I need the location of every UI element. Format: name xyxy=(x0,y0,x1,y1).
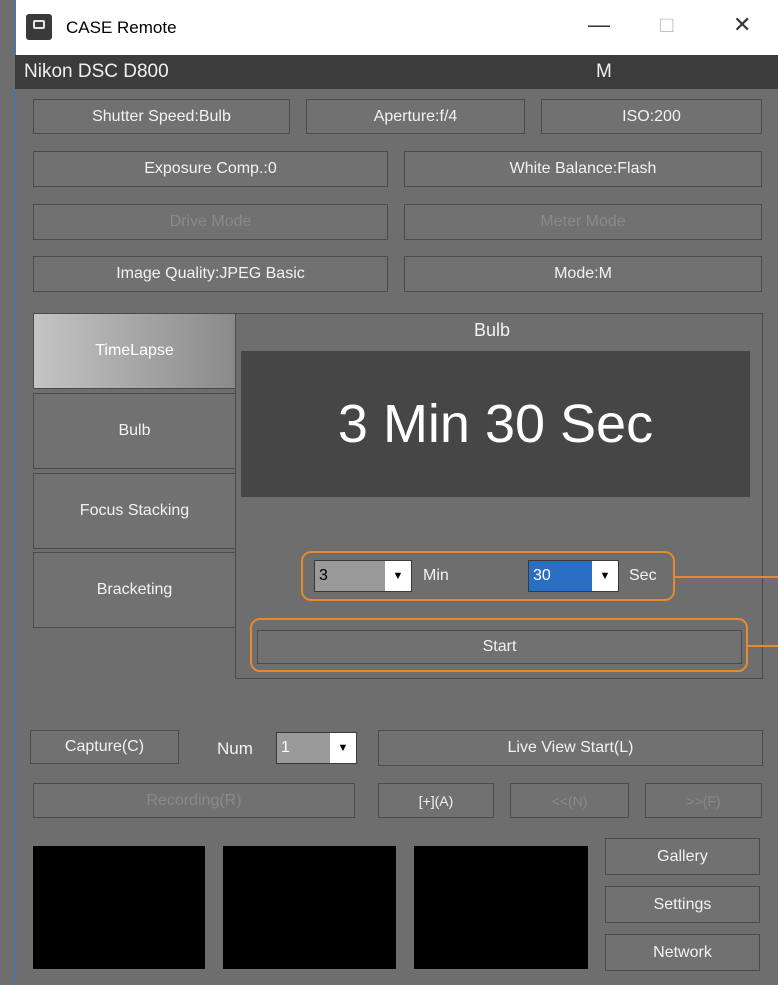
shutter-speed-button[interactable]: Shutter Speed:Bulb xyxy=(33,99,290,134)
focus-far-button[interactable]: >>(F) xyxy=(645,783,762,818)
bulb-panel-title: Bulb xyxy=(474,320,511,340)
second-label: Sec xyxy=(629,567,657,584)
chevron-down-icon[interactable]: ▼ xyxy=(592,561,618,591)
camera-app-icon xyxy=(26,14,52,40)
iso-button[interactable]: ISO:200 xyxy=(541,99,762,134)
gallery-button[interactable]: Gallery xyxy=(605,838,760,875)
chevron-down-icon[interactable]: ▼ xyxy=(330,733,356,763)
meter-mode-button[interactable]: Meter Mode xyxy=(404,204,762,240)
minute-dropdown[interactable]: 3 ▼ xyxy=(314,560,412,592)
tab-timelapse[interactable]: TimeLapse xyxy=(33,313,236,389)
mode-button[interactable]: Mode:M xyxy=(404,256,762,292)
network-button[interactable]: Network xyxy=(605,934,760,971)
image-quality-button[interactable]: Image Quality:JPEG Basic xyxy=(33,256,388,292)
thumbnail-preview[interactable] xyxy=(33,846,205,969)
num-label: Num xyxy=(217,739,253,758)
live-view-button[interactable]: Live View Start(L) xyxy=(378,730,763,766)
second-value: 30 xyxy=(533,567,551,584)
thumbnail-preview[interactable] xyxy=(223,846,396,969)
start-button[interactable]: Start xyxy=(257,630,742,664)
settings-button[interactable]: Settings xyxy=(605,886,760,923)
minimize-icon[interactable]: — xyxy=(588,12,610,38)
tab-bracketing[interactable]: Bracketing xyxy=(33,552,236,628)
camera-header: Nikon DSC D800 M xyxy=(15,55,778,89)
camera-mode: M xyxy=(596,61,612,82)
second-dropdown[interactable]: 30 ▼ xyxy=(528,560,619,592)
minute-label: Min xyxy=(423,567,449,584)
recording-button[interactable]: Recording(R) xyxy=(33,783,355,818)
autofocus-button[interactable]: [+](A) xyxy=(378,783,494,818)
num-dropdown[interactable]: 1 ▼ xyxy=(276,732,357,764)
chevron-down-icon[interactable]: ▼ xyxy=(385,561,411,591)
bulb-duration-display: 3 Min 30 Sec xyxy=(241,351,750,497)
minute-value: 3 xyxy=(319,567,328,584)
camera-model: Nikon DSC D800 xyxy=(24,61,169,82)
capture-button[interactable]: Capture(C) xyxy=(30,730,179,764)
focus-near-button[interactable]: <<(N) xyxy=(510,783,629,818)
maximize-icon[interactable]: □ xyxy=(660,12,673,38)
num-value: 1 xyxy=(281,739,290,756)
white-balance-button[interactable]: White Balance:Flash xyxy=(404,151,762,187)
window-title: CASE Remote xyxy=(66,18,177,37)
close-icon[interactable]: ✕ xyxy=(733,12,751,38)
exposure-comp-button[interactable]: Exposure Comp.:0 xyxy=(33,151,388,187)
tab-focus-stacking[interactable]: Focus Stacking xyxy=(33,473,236,549)
tab-bulb[interactable]: Bulb xyxy=(33,393,236,469)
callout-line xyxy=(748,645,778,647)
callout-line xyxy=(675,576,778,578)
drive-mode-button[interactable]: Drive Mode xyxy=(33,204,388,240)
thumbnail-preview[interactable] xyxy=(414,846,588,969)
aperture-button[interactable]: Aperture:f/4 xyxy=(306,99,525,134)
